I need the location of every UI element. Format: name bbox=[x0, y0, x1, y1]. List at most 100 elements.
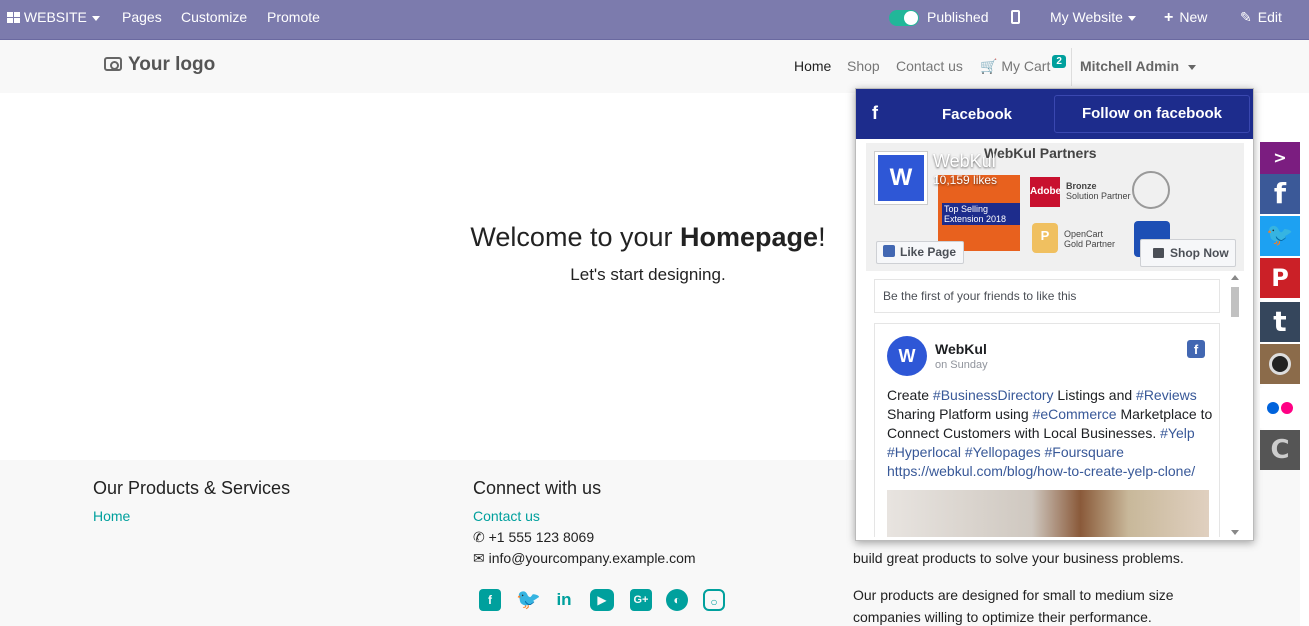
instagram-share-icon[interactable] bbox=[1260, 344, 1300, 384]
facebook-widget: f Facebook Follow on facebook WebKul Par… bbox=[855, 88, 1254, 541]
facebook-icon[interactable]: f bbox=[479, 589, 501, 611]
nav-home[interactable]: Home bbox=[794, 58, 831, 74]
banner-title: WebKul Partners bbox=[984, 145, 1097, 161]
camera-icon bbox=[104, 57, 122, 71]
follow-on-facebook-button[interactable]: Follow on facebook bbox=[1054, 95, 1250, 133]
post-author-avatar[interactable]: W bbox=[887, 336, 927, 376]
instagram-icon[interactable]: ○ bbox=[703, 589, 725, 611]
github-icon[interactable]: ◐ bbox=[666, 589, 688, 611]
googleplus-icon[interactable]: G+ bbox=[630, 589, 652, 611]
shop-now-button[interactable]: Shop Now bbox=[1140, 239, 1236, 267]
nav-divider bbox=[1071, 48, 1072, 86]
twitter-share-icon[interactable]: 🐦 bbox=[1260, 216, 1300, 256]
post-body: Create #BusinessDirectory Listings and #… bbox=[887, 386, 1213, 481]
flickr-pink-dot bbox=[1281, 402, 1293, 414]
apps-grid-icon bbox=[7, 12, 20, 23]
user-menu[interactable]: Mitchell Admin bbox=[1080, 58, 1197, 74]
shop-now-label: Shop Now bbox=[1170, 246, 1229, 260]
tumblr-share-icon[interactable]: t bbox=[1260, 302, 1300, 342]
page-name[interactable]: WebKul bbox=[933, 151, 996, 172]
footer-home-link[interactable]: Home bbox=[93, 508, 130, 524]
nav-cart[interactable]: 🛒 My Cart 2 bbox=[980, 55, 1066, 75]
products-heading: Our Products & Services bbox=[93, 478, 291, 498]
page-likes: 10,159 likes bbox=[933, 173, 998, 187]
nav-contact[interactable]: Contact us bbox=[896, 58, 963, 74]
page-cover: WebKul Partners Top Selling Extension 20… bbox=[866, 143, 1244, 271]
envelope-icon: ✉ bbox=[473, 550, 489, 566]
promote-menu[interactable]: Promote bbox=[267, 0, 320, 40]
award-text: Top Selling Extension 2018 bbox=[942, 203, 1020, 225]
footer-phone: ✆ +1 555 123 8069 bbox=[473, 529, 594, 546]
chevron-down-icon bbox=[91, 15, 100, 21]
post-date[interactable]: on Sunday bbox=[935, 359, 988, 371]
c-share-icon[interactable]: C bbox=[1260, 430, 1300, 470]
published-toggle[interactable]: Published bbox=[889, 0, 989, 40]
hashtag-link[interactable]: #Reviews bbox=[1136, 387, 1197, 403]
my-website-menu[interactable]: My Website bbox=[1050, 0, 1136, 40]
published-label: Published bbox=[927, 9, 989, 25]
new-label: New bbox=[1179, 9, 1208, 25]
facebook-share-icon[interactable]: f bbox=[1260, 174, 1300, 214]
opencart-gold-badge: P bbox=[1032, 223, 1058, 253]
hashtag-link[interactable]: #eCommerce bbox=[1033, 406, 1117, 422]
plus-icon: + bbox=[1164, 9, 1174, 26]
about-line-3: companies willing to optimize their perf… bbox=[853, 609, 1152, 625]
pencil-icon: ✎ bbox=[1240, 9, 1252, 25]
facebook-feed[interactable]: Be the first of your friends to like thi… bbox=[866, 273, 1246, 537]
facebook-icon: f bbox=[1187, 340, 1205, 358]
my-website-label: My Website bbox=[1050, 9, 1123, 25]
new-button[interactable]: + New bbox=[1164, 0, 1207, 40]
website-menu[interactable]: WEBSITE bbox=[7, 0, 100, 40]
customize-menu[interactable]: Customize bbox=[181, 0, 247, 40]
website-editor-bar: WEBSITE Pages Customize Promote Publishe… bbox=[0, 0, 1309, 40]
scroll-down-icon[interactable] bbox=[1231, 530, 1239, 535]
post-text-2: Listings and bbox=[1053, 387, 1137, 403]
logo-text: Your logo bbox=[128, 54, 216, 75]
about-line-1: build great products to solve your busin… bbox=[853, 550, 1184, 566]
phone-icon: ✆ bbox=[473, 529, 489, 545]
pinterest-share-icon[interactable]: P bbox=[1260, 258, 1300, 298]
title-suffix: ! bbox=[818, 222, 826, 252]
post-author[interactable]: WebKul bbox=[935, 341, 987, 357]
friends-like-note: Be the first of your friends to like thi… bbox=[874, 279, 1220, 313]
user-name: Mitchell Admin bbox=[1080, 58, 1180, 74]
cart-icon: 🛒 bbox=[980, 58, 998, 74]
website-menu-label: WEBSITE bbox=[23, 9, 87, 25]
youtube-icon[interactable]: ▶ bbox=[590, 589, 614, 611]
post-url-link[interactable]: https://webkul.com/blog/how-to-create-ye… bbox=[887, 463, 1195, 479]
footer-email: ✉ info@yourcompany.example.com bbox=[473, 550, 696, 567]
flickr-share-icon[interactable] bbox=[1260, 388, 1300, 428]
mobile-preview-button[interactable] bbox=[1011, 0, 1020, 40]
bronze-partner: Bronze Solution Partner bbox=[1066, 181, 1131, 201]
webkul-logo: W bbox=[878, 155, 924, 201]
twitter-icon[interactable]: 🐦 bbox=[516, 589, 541, 611]
feed-post: W WebKul on Sunday f Create #BusinessDir… bbox=[874, 323, 1220, 537]
facebook-widget-header: f Facebook Follow on facebook bbox=[856, 89, 1253, 139]
flickr-blue-dot bbox=[1267, 402, 1279, 414]
footer-contact-link[interactable]: Contact us bbox=[473, 508, 540, 524]
scroll-up-icon[interactable] bbox=[1231, 275, 1239, 280]
scroll-thumb[interactable] bbox=[1231, 287, 1239, 317]
edit-button[interactable]: ✎ Edit bbox=[1240, 0, 1282, 40]
post-image[interactable] bbox=[887, 490, 1209, 537]
pages-menu[interactable]: Pages bbox=[122, 0, 162, 40]
feed-scrollbar[interactable] bbox=[1229, 273, 1241, 537]
post-text-3: Sharing Platform using bbox=[887, 406, 1033, 422]
edit-label: Edit bbox=[1257, 9, 1282, 25]
page-avatar[interactable]: W bbox=[874, 151, 928, 205]
adobe-logo: Adobe bbox=[1030, 177, 1061, 207]
like-page-button[interactable]: Like Page bbox=[876, 241, 964, 264]
shopping-bag-icon bbox=[1153, 248, 1164, 258]
title-prefix: Welcome to your bbox=[470, 222, 681, 252]
phone-text: +1 555 123 8069 bbox=[488, 529, 595, 545]
share-bar-toggle[interactable]: > bbox=[1260, 142, 1300, 174]
nav-shop[interactable]: Shop bbox=[847, 58, 880, 74]
chevron-down-icon bbox=[1188, 64, 1197, 70]
facebook-widget-title: Facebook bbox=[942, 106, 1013, 123]
linkedin-icon[interactable]: in bbox=[553, 589, 575, 611]
cart-count-badge: 2 bbox=[1052, 55, 1066, 68]
partner-seal bbox=[1132, 171, 1170, 209]
site-logo[interactable]: Your logo bbox=[104, 54, 215, 76]
bronze-sub: Solution Partner bbox=[1066, 191, 1131, 201]
hashtag-link[interactable]: #BusinessDirectory bbox=[933, 387, 1054, 403]
